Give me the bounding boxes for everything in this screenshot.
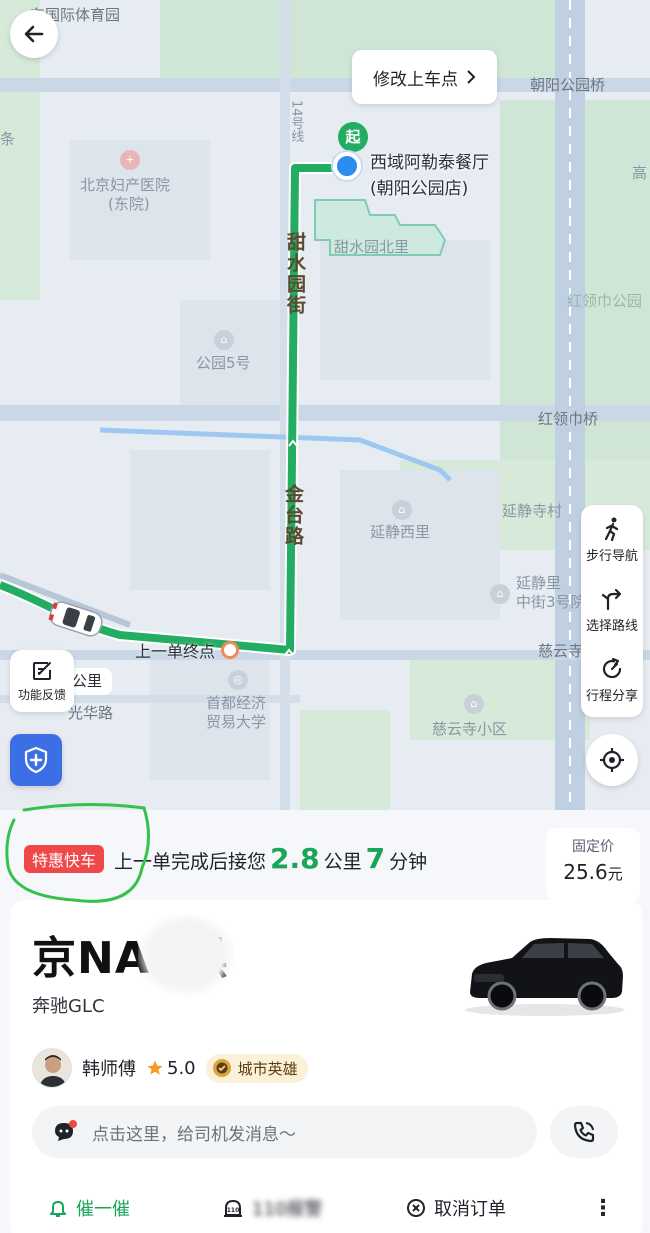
change-pickup-button[interactable]: 修改上车点 xyxy=(352,50,497,104)
driver-badge: 城市英雄 xyxy=(205,1053,308,1083)
map-label: (东院) xyxy=(108,195,150,213)
message-driver-input[interactable]: 点击这里，给司机发消息～ xyxy=(32,1106,537,1158)
close-circle-icon xyxy=(407,1199,425,1217)
walk-nav-button[interactable]: 步行导航 xyxy=(581,505,643,575)
action-bar: 催一催 110 110报警 取消订单 ⋮ xyxy=(10,1186,642,1230)
message-placeholder: 点击这里，给司机发消息～ xyxy=(92,1124,296,1145)
distance-value: 2.8 xyxy=(270,842,320,875)
alarm-icon: 110 xyxy=(224,1199,242,1217)
route-fork-icon xyxy=(601,588,622,610)
map-view[interactable]: 东国际体育园 朝阳公园桥 条 + 北京妇产医院 (东院) 14号线 甜水园北里 … xyxy=(0,0,650,815)
map-label: 高 xyxy=(632,164,648,182)
cancel-order-label: 取消订单 xyxy=(434,1199,506,1220)
map-label: 公园5号 xyxy=(196,354,251,372)
start-pin-icon xyxy=(333,152,361,180)
more-button[interactable]: ⋮ xyxy=(592,1196,614,1221)
svg-text:110: 110 xyxy=(227,1207,240,1214)
more-icon: ⋮ xyxy=(592,1195,614,1221)
driver-badge-label: 城市英雄 xyxy=(237,1059,298,1078)
poi-icon: ⌂ xyxy=(392,500,412,520)
last-order-end-marker: 上一单终点 xyxy=(135,638,240,662)
map-label: 14号线 xyxy=(288,100,304,143)
hospital-icon: + xyxy=(120,150,140,170)
map-label: 条 xyxy=(0,130,16,148)
start-location-branch: (朝阳公园店) xyxy=(370,179,469,199)
driver-rating: 5.0 xyxy=(146,1058,196,1079)
map-label: 北京妇产医院 xyxy=(80,176,171,194)
police-button[interactable]: 110 110报警 xyxy=(222,1195,322,1221)
map-label: 延静西里 xyxy=(370,523,431,541)
price-value: 25.6元 xyxy=(563,860,623,884)
map-label: 中街3号院 xyxy=(516,593,586,611)
poi-icon: ⌂ xyxy=(464,694,484,714)
walk-nav-label: 步行导航 xyxy=(585,548,638,564)
map-label: 朝阳公园桥 xyxy=(530,76,606,94)
urge-label: 催一催 xyxy=(76,1199,130,1220)
cancel-order-button[interactable]: 取消订单 xyxy=(406,1195,506,1221)
map-label: 延静里 xyxy=(516,574,562,592)
feedback-button[interactable]: 功能反馈 xyxy=(10,650,74,712)
map-label: 甜水园北里 xyxy=(334,238,410,256)
map-label: 红领巾桥 xyxy=(538,410,599,428)
start-badge: 起 xyxy=(338,122,368,152)
star-icon xyxy=(147,1060,163,1075)
map-label: 贸易大学 xyxy=(206,713,267,731)
plate-redaction xyxy=(138,914,234,996)
call-driver-button[interactable] xyxy=(550,1106,618,1158)
end-ring-icon xyxy=(221,641,240,659)
safety-button[interactable] xyxy=(10,734,62,786)
road-name: 金台路 xyxy=(282,484,304,547)
choose-route-button[interactable]: 选择路线 xyxy=(581,575,643,645)
hero-medal-icon xyxy=(212,1059,231,1077)
poi-icon: ⌂ xyxy=(490,584,510,604)
chevron-right-icon xyxy=(467,70,476,84)
price-box[interactable]: 固定价 25.6元 xyxy=(546,828,640,902)
start-location-name: 西域阿勒泰餐厅 xyxy=(370,153,489,173)
last-order-end-label: 上一单终点 xyxy=(135,642,216,661)
driver-name: 韩师傅 xyxy=(82,1059,136,1080)
road-name: 甜水园街 xyxy=(284,232,306,316)
chat-icon xyxy=(55,1120,77,1141)
distance-unit: 公里 xyxy=(323,851,362,873)
trip-share-label: 行程分享 xyxy=(585,688,638,704)
walk-icon xyxy=(604,517,619,541)
map-label: 首都经济 xyxy=(206,694,267,712)
driver-photo xyxy=(33,1049,71,1087)
trip-share-button[interactable]: 行程分享 xyxy=(581,645,643,715)
annotation-circle xyxy=(5,802,150,903)
avatar[interactable] xyxy=(32,1048,72,1088)
start-location[interactable]: 西域阿勒泰餐厅 (朝阳公园店) xyxy=(370,150,489,202)
feedback-label: 功能反馈 xyxy=(17,687,66,702)
eta-unit: 分钟 xyxy=(389,851,428,873)
change-pickup-label: 修改上车点 xyxy=(373,69,458,90)
locate-button[interactable] xyxy=(586,734,638,786)
share-icon xyxy=(602,657,622,678)
edit-icon xyxy=(33,661,51,680)
phone-icon xyxy=(573,1121,595,1143)
shield-icon xyxy=(24,746,48,774)
price-label: 固定价 xyxy=(572,839,614,855)
map-label: 光华路 xyxy=(68,704,114,722)
school-icon: ◎ xyxy=(228,670,248,690)
driver-info: 韩师傅 5.0 城市英雄 xyxy=(32,1048,308,1088)
rating-value: 5.0 xyxy=(167,1057,196,1079)
driver-card: 京NA ·黑 奔驰GLC 韩师傅 5.0 城市英雄 点击这里，给司机发消息～ 催… xyxy=(10,900,642,1233)
car-photo xyxy=(465,938,625,1016)
urge-button[interactable]: 催一催 xyxy=(48,1195,130,1221)
choose-route-label: 选择路线 xyxy=(585,618,638,634)
arrow-left-icon xyxy=(24,25,44,43)
poi-icon: ⌂ xyxy=(214,330,234,350)
locate-icon xyxy=(600,748,624,772)
eta-value: 7 xyxy=(365,842,386,875)
map-label: 红领巾公园 xyxy=(567,292,643,310)
map-tools-panel: 步行导航 选择路线 行程分享 xyxy=(581,505,643,717)
back-button[interactable] xyxy=(10,10,58,58)
police-label: 110报警 xyxy=(252,1199,323,1220)
map-label: 延静寺村 xyxy=(502,502,563,520)
map-label: 慈云寺 xyxy=(538,642,584,660)
bell-icon xyxy=(50,1201,66,1217)
map-label: 慈云寺小区 xyxy=(432,720,508,738)
car-model: 奔驰GLC xyxy=(32,996,105,1017)
